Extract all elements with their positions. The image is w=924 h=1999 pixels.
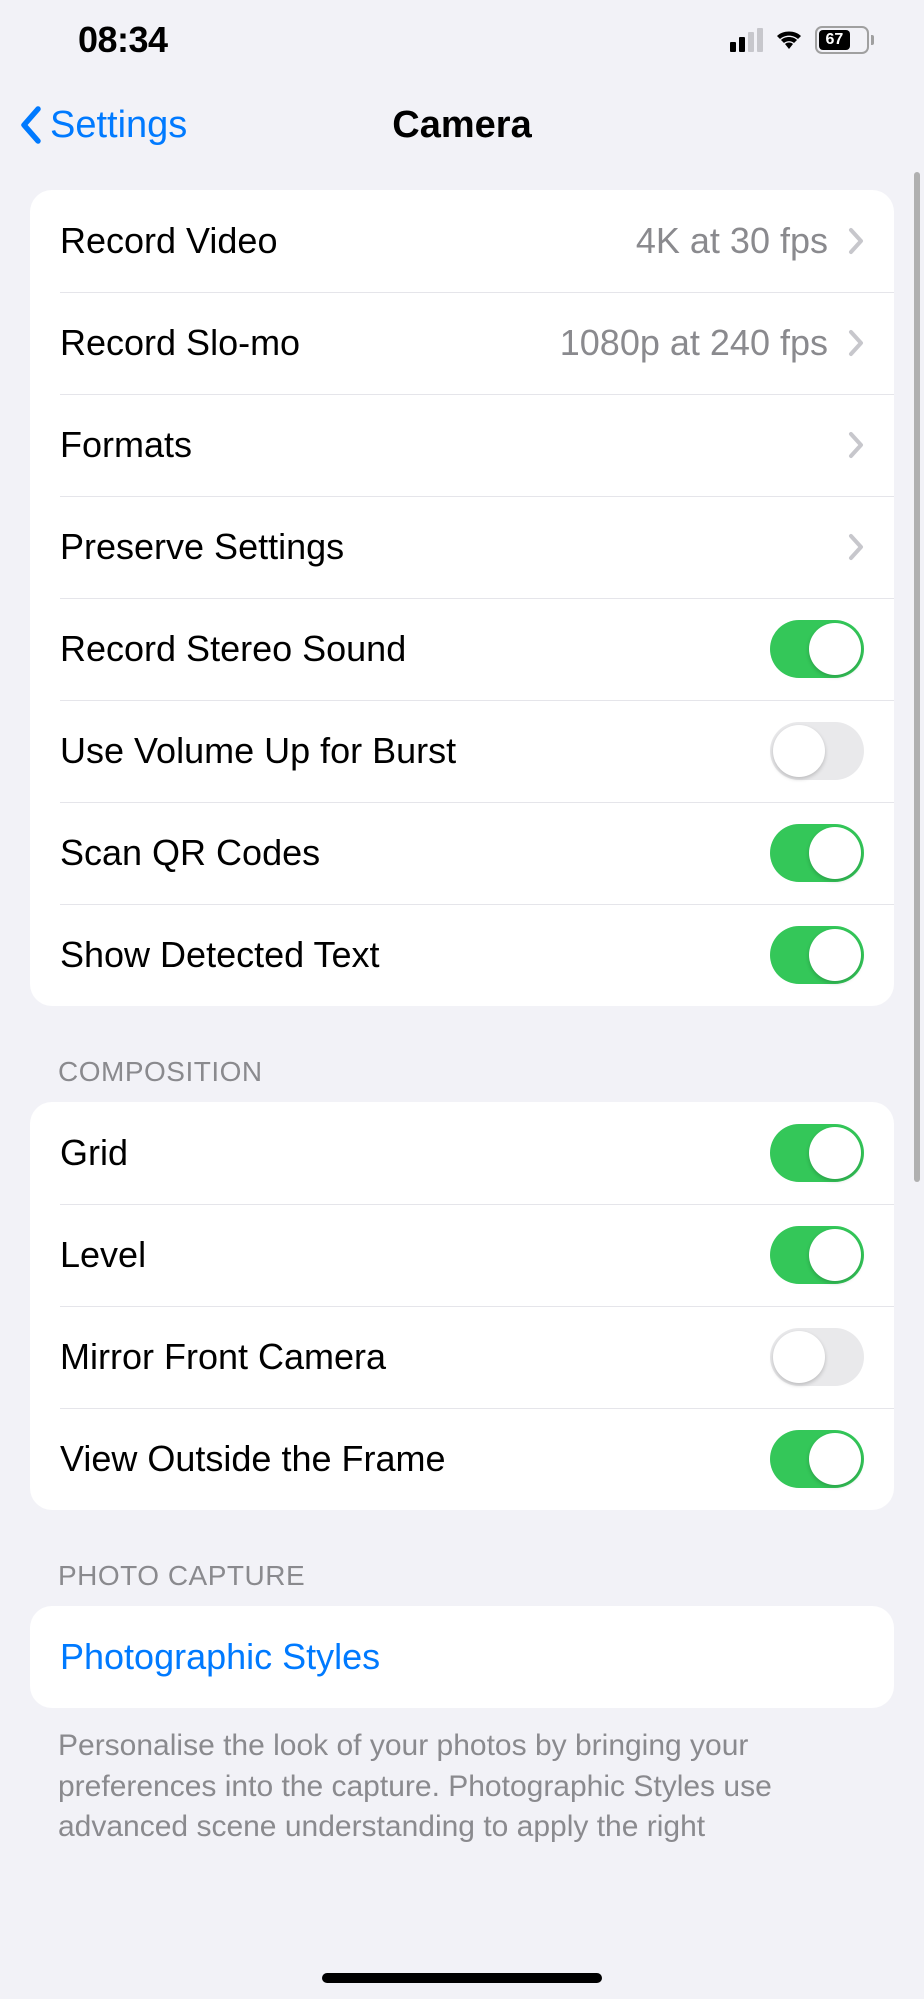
toggle-mirror-front-camera[interactable] xyxy=(770,1328,864,1386)
row-mirror-front-camera: Mirror Front Camera xyxy=(30,1306,894,1408)
status-indicators: 67 xyxy=(730,26,874,54)
status-bar: 08:34 67 xyxy=(0,0,924,80)
row-level: Level xyxy=(30,1204,894,1306)
row-label: Use Volume Up for Burst xyxy=(60,730,770,772)
row-record-slomo[interactable]: Record Slo-mo 1080p at 240 fps xyxy=(30,292,894,394)
row-scan-qr-codes: Scan QR Codes xyxy=(30,802,894,904)
cellular-signal-icon xyxy=(730,28,763,52)
scroll-indicator[interactable] xyxy=(914,172,920,1182)
chevron-right-icon xyxy=(848,431,864,459)
chevron-left-icon xyxy=(18,105,44,145)
row-label: Record Video xyxy=(60,220,636,262)
navigation-bar: Settings Camera xyxy=(0,80,924,170)
toggle-record-stereo-sound[interactable] xyxy=(770,620,864,678)
row-formats[interactable]: Formats xyxy=(30,394,894,496)
settings-group-photo-capture: Photographic Styles xyxy=(30,1606,894,1708)
toggle-scan-qr-codes[interactable] xyxy=(770,824,864,882)
row-value: 4K at 30 fps xyxy=(636,220,828,262)
status-time: 08:34 xyxy=(78,19,168,61)
row-label: Preserve Settings xyxy=(60,526,848,568)
section-footer-photo-capture: Personalise the look of your photos by b… xyxy=(30,1708,894,1848)
toggle-show-detected-text[interactable] xyxy=(770,926,864,984)
home-indicator[interactable] xyxy=(322,1973,602,1983)
row-label: Record Stereo Sound xyxy=(60,628,770,670)
chevron-right-icon xyxy=(848,227,864,255)
chevron-right-icon xyxy=(848,329,864,357)
chevron-right-icon xyxy=(848,533,864,561)
row-value: 1080p at 240 fps xyxy=(560,322,828,364)
row-label: Grid xyxy=(60,1132,770,1174)
row-record-stereo-sound: Record Stereo Sound xyxy=(30,598,894,700)
row-label: Photographic Styles xyxy=(60,1636,864,1678)
row-label: Level xyxy=(60,1234,770,1276)
back-button[interactable]: Settings xyxy=(18,104,187,147)
toggle-level[interactable] xyxy=(770,1226,864,1284)
row-label: Show Detected Text xyxy=(60,934,770,976)
page-title: Camera xyxy=(392,104,531,147)
row-photographic-styles[interactable]: Photographic Styles xyxy=(30,1606,894,1708)
battery-icon: 67 xyxy=(815,26,874,54)
row-label: Scan QR Codes xyxy=(60,832,770,874)
settings-group-main: Record Video 4K at 30 fps Record Slo-mo … xyxy=(30,190,894,1006)
toggle-volume-up-burst[interactable] xyxy=(770,722,864,780)
row-label: Record Slo-mo xyxy=(60,322,560,364)
row-label: View Outside the Frame xyxy=(60,1438,770,1480)
toggle-grid[interactable] xyxy=(770,1124,864,1182)
wifi-icon xyxy=(773,28,805,52)
toggle-view-outside-frame[interactable] xyxy=(770,1430,864,1488)
back-label: Settings xyxy=(50,104,187,147)
section-header-composition: COMPOSITION xyxy=(30,1006,894,1102)
row-show-detected-text: Show Detected Text xyxy=(30,904,894,1006)
row-volume-up-burst: Use Volume Up for Burst xyxy=(30,700,894,802)
row-label: Mirror Front Camera xyxy=(60,1336,770,1378)
row-label: Formats xyxy=(60,424,848,466)
row-view-outside-frame: View Outside the Frame xyxy=(30,1408,894,1510)
row-grid: Grid xyxy=(30,1102,894,1204)
section-header-photo-capture: PHOTO CAPTURE xyxy=(30,1510,894,1606)
row-preserve-settings[interactable]: Preserve Settings xyxy=(30,496,894,598)
row-record-video[interactable]: Record Video 4K at 30 fps xyxy=(30,190,894,292)
settings-group-composition: Grid Level Mirror Front Camera View Outs… xyxy=(30,1102,894,1510)
